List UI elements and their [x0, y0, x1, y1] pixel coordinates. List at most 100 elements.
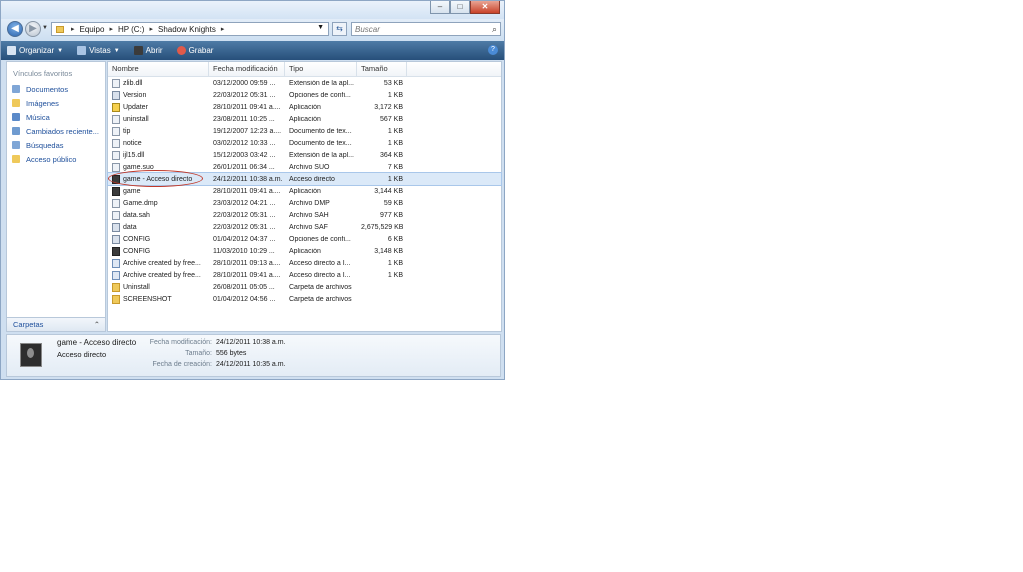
table-row[interactable]: Updater 28/10/2011 09:41 a.... Aplicación 3…	[108, 101, 501, 113]
file-name-cell: SCREENSHOT	[108, 294, 209, 304]
file-name-cell: CONFIG	[108, 246, 209, 256]
organize-button[interactable]: Organizar ▼	[7, 46, 63, 55]
organize-label: Organizar	[19, 46, 55, 55]
file-name: CONFIG	[123, 247, 151, 255]
forward-arrow-icon[interactable]: ▶	[25, 21, 41, 37]
file-name-cell: Uninstall	[108, 282, 209, 292]
sidebar-item-musica[interactable]: Música	[7, 110, 105, 124]
column-header-size[interactable]: Tamaño	[357, 62, 407, 76]
column-header-type[interactable]: Tipo	[285, 62, 357, 76]
file-name-cell: CONFIG	[108, 234, 209, 244]
breadcrumb-separator-icon[interactable]: ▸	[149, 25, 153, 33]
file-type-cell: Archivo SAF	[289, 223, 328, 231]
refresh-icon[interactable]: ⇆	[332, 22, 347, 36]
file-type-cell: Documento de tex...	[289, 139, 352, 147]
file-type-cell: Archivo SUO	[289, 163, 330, 171]
file-name: CONFIG	[123, 235, 151, 243]
breadcrumb-separator-icon[interactable]: ▸	[109, 25, 113, 33]
file-name-cell: game	[108, 186, 209, 196]
sidebar-item-label: Búsquedas	[26, 140, 64, 150]
table-row[interactable]: game 28/10/2011 09:41 a.... Aplicación 3,14…	[108, 185, 501, 197]
public-icon	[12, 155, 20, 163]
table-row[interactable]: SCREENSHOT 01/04/2012 04:56 ... Carpeta de…	[108, 293, 501, 305]
table-row[interactable]: Game.dmp 23/03/2012 04:21 ... Archivo DMP 5…	[108, 197, 501, 209]
table-row[interactable]: Archive created by free... 28/10/2011 09:…	[108, 257, 501, 269]
chevron-down-icon: ▼	[113, 47, 120, 54]
back-arrow-icon[interactable]: ◀	[7, 21, 23, 37]
burn-button[interactable]: Grabar	[176, 46, 214, 55]
sidebar-item-imagenes[interactable]: Imágenes	[7, 96, 105, 110]
file-size-cell: 567 KB	[380, 115, 403, 123]
sidebar-item-publico[interactable]: Acceso público	[7, 152, 105, 166]
file-date-cell: 28/10/2011 09:41 a....	[213, 187, 281, 195]
table-row[interactable]: zlib.dll 03/12/2000 09:59 ... Extensión de…	[108, 77, 501, 89]
column-header-date[interactable]: Fecha modificación	[209, 62, 285, 76]
sidebar-item-label: Acceso público	[26, 154, 77, 164]
column-header-row: Nombre Fecha modificación Tipo Tamaño	[108, 62, 501, 77]
file-name-cell: data.sah	[108, 210, 209, 220]
search-icon[interactable]: ⌕	[492, 24, 497, 35]
open-label: Abrir	[145, 46, 163, 55]
views-button[interactable]: Vistas ▼	[77, 46, 120, 55]
burn-label: Grabar	[188, 46, 214, 55]
file-name: notice	[123, 139, 142, 147]
file-size-cell: 977 KB	[380, 211, 403, 219]
breadcrumb-separator-icon[interactable]: ▸	[221, 25, 225, 33]
close-button[interactable]: ✕	[470, 1, 500, 14]
link-file-icon	[112, 270, 120, 280]
file-name-cell: Archive created by free...	[108, 258, 209, 268]
file-size-cell: 1 KB	[387, 139, 403, 147]
sidebar-item-busquedas[interactable]: Búsquedas	[7, 138, 105, 152]
help-icon[interactable]: ?	[488, 45, 498, 55]
file-name-cell: uninstall	[108, 114, 209, 124]
chevron-down-icon: ▼	[57, 47, 64, 54]
file-date-cell: 28/10/2011 09:13 a....	[213, 259, 281, 267]
file-type-cell: Extensión de la apl...	[289, 151, 354, 159]
table-row[interactable]: Archive created by free... 28/10/2011 09:…	[108, 269, 501, 281]
minimize-button[interactable]: –	[430, 1, 450, 14]
file-date-cell: 15/12/2003 03:42 ...	[213, 151, 276, 159]
table-row[interactable]: Uninstall 26/08/2011 05:05 ... Carpeta de …	[108, 281, 501, 293]
file-date-cell: 22/03/2012 05:31 ...	[213, 211, 276, 219]
file-size-cell: 7 KB	[387, 163, 403, 171]
file-date-cell: 03/02/2012 10:33 ...	[213, 139, 276, 147]
details-size-value: 556 bytes	[216, 350, 247, 357]
dll-file-icon	[112, 114, 120, 124]
table-row[interactable]: data 22/03/2012 05:31 ... Archivo SAF 2,675…	[108, 221, 501, 233]
breadcrumb-folder[interactable]: Shadow Knights	[158, 25, 216, 34]
table-row[interactable]: data.sah 22/03/2012 05:31 ... Archivo SAH 9…	[108, 209, 501, 221]
table-row[interactable]: CONFIG 01/04/2012 04:37 ... Opciones de co…	[108, 233, 501, 245]
file-size-cell: 364 KB	[380, 151, 403, 159]
sidebar-item-recientes[interactable]: Cambiados reciente...	[7, 124, 105, 138]
table-row[interactable]: tip 19/12/2007 12:23 a.... Documento de te…	[108, 125, 501, 137]
file-date-cell: 03/12/2000 09:59 ...	[213, 79, 276, 87]
table-row[interactable]: Version 22/03/2012 05:31 ... Opciones de c…	[108, 89, 501, 101]
folders-label: Carpetas	[13, 320, 44, 329]
history-dropdown-icon[interactable]: ▼	[42, 25, 48, 31]
breadcrumb-equipo[interactable]: Equipo	[80, 25, 105, 34]
address-bar[interactable]: ▸ Equipo ▸ HP (C:) ▸ Shadow Knights ▸ ▼	[51, 22, 329, 36]
folders-toggle[interactable]: Carpetas ⌃	[6, 317, 106, 332]
breadcrumb-separator-icon[interactable]: ▸	[71, 25, 75, 33]
explorer-window: – □ ✕ ◀ ▶ ▼ ▸ Equipo ▸ HP (C:) ▸ Shadow …	[0, 0, 505, 380]
file-type-cell: Opciones de confi...	[289, 235, 351, 243]
search-box[interactable]: ⌕	[351, 22, 501, 36]
column-header-name[interactable]: Nombre	[108, 62, 209, 76]
file-type-cell: Aplicación	[289, 115, 321, 123]
table-row[interactable]: ijl15.dll 15/12/2003 03:42 ... Extensión d…	[108, 149, 501, 161]
sidebar-item-label: Música	[26, 112, 50, 122]
details-modified-label: Fecha modificación:	[149, 339, 212, 346]
sidebar-item-documentos[interactable]: Documentos	[7, 82, 105, 96]
search-input[interactable]	[352, 23, 475, 35]
views-label: Vistas	[89, 46, 111, 55]
address-dropdown-icon[interactable]: ▼	[317, 24, 324, 31]
open-button[interactable]: Abrir	[133, 46, 163, 55]
chevron-up-icon: ⌃	[93, 320, 100, 329]
file-type-cell: Aplicación	[289, 103, 321, 111]
table-row[interactable]: notice 03/02/2012 10:33 ... Documento de t…	[108, 137, 501, 149]
maximize-button[interactable]: □	[450, 1, 470, 14]
table-row[interactable]: uninstall 23/08/2011 10:25 ... Aplicación 5…	[108, 113, 501, 125]
table-row[interactable]: CONFIG 11/03/2010 10:29 ... Aplicación 3,14…	[108, 245, 501, 257]
updater-file-icon	[112, 102, 120, 112]
breadcrumb-drive[interactable]: HP (C:)	[118, 25, 145, 34]
